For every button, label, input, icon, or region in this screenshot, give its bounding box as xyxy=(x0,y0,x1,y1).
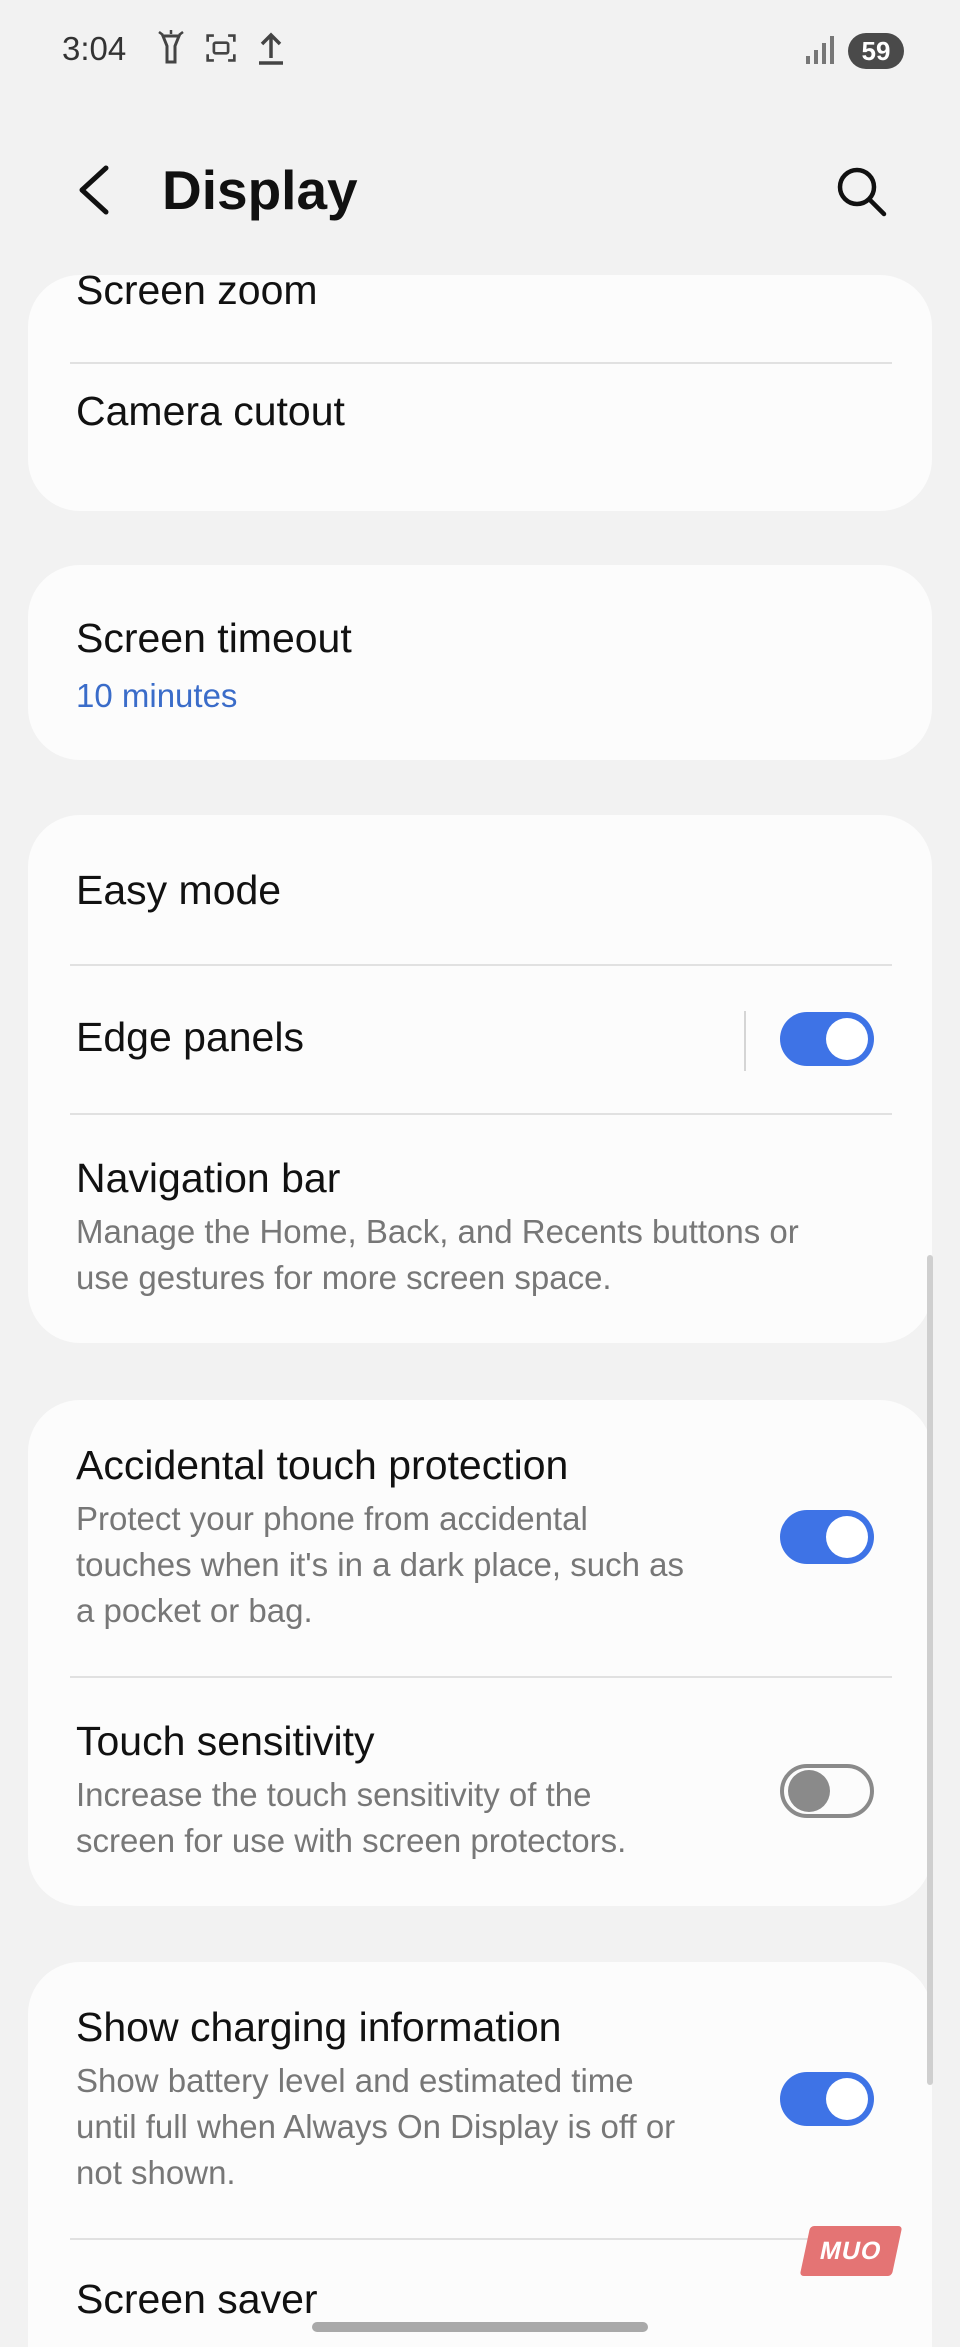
description-line: screen for use with screen protectors. xyxy=(76,1822,627,1859)
settings-group-1: Screen zoom Camera cutout xyxy=(28,275,932,511)
watermark-logo: MUO xyxy=(799,2226,903,2276)
signal-icon xyxy=(806,36,834,64)
page-title: Display xyxy=(162,159,358,221)
settings-group-5: Show charging information Show battery l… xyxy=(28,1962,932,2347)
edge-panels-row[interactable]: Edge panels xyxy=(28,966,932,1114)
search-icon xyxy=(837,167,887,217)
toggle-knob xyxy=(826,1018,868,1060)
easy-mode-row[interactable]: Easy mode xyxy=(28,815,932,965)
description-line: a pocket or bag. xyxy=(76,1592,313,1629)
easy-mode-label: Easy mode xyxy=(76,867,282,913)
search-button[interactable] xyxy=(834,164,890,220)
show-charging-description: Show battery level and estimated time un… xyxy=(76,2058,675,2196)
flashlight-icon xyxy=(158,30,184,64)
scrollbar[interactable] xyxy=(927,1255,933,2085)
toggle-knob xyxy=(788,1770,830,1812)
settings-group-3: Easy mode Edge panels Navigation bar Man… xyxy=(28,815,932,1343)
touch-sensitivity-description: Increase the touch sensitivity of the sc… xyxy=(76,1772,626,1864)
camera-cutout-row[interactable]: Camera cutout xyxy=(28,364,932,511)
screenshot-icon xyxy=(206,34,236,62)
home-indicator[interactable] xyxy=(312,2322,648,2332)
touch-sensitivity-label: Touch sensitivity xyxy=(76,1718,375,1764)
screen-timeout-row[interactable]: Screen timeout 10 minutes xyxy=(28,565,932,760)
status-icons xyxy=(155,30,287,66)
navigation-bar-description: Manage the Home, Back, and Recents butto… xyxy=(76,1209,799,1301)
chevron-left-icon xyxy=(79,165,109,215)
touch-sensitivity-toggle[interactable] xyxy=(780,1764,874,1818)
toggle-knob xyxy=(826,1516,868,1558)
description-line: use gestures for more screen space. xyxy=(76,1259,612,1296)
description-line: touches when it's in a dark place, such … xyxy=(76,1546,684,1583)
navigation-bar-label: Navigation bar xyxy=(76,1155,341,1201)
edge-panels-label: Edge panels xyxy=(76,1014,304,1060)
screen-timeout-label: Screen timeout xyxy=(76,615,352,661)
toggle-separator xyxy=(744,1011,746,1071)
edge-panels-toggle[interactable] xyxy=(780,1012,874,1066)
accidental-touch-description: Protect your phone from accidental touch… xyxy=(76,1496,684,1634)
accidental-touch-label: Accidental touch protection xyxy=(76,1442,569,1488)
settings-group-4: Accidental touch protection Protect your… xyxy=(28,1400,932,1906)
accidental-touch-toggle[interactable] xyxy=(780,1510,874,1564)
accidental-touch-row[interactable]: Accidental touch protection Protect your… xyxy=(28,1400,932,1676)
screen-timeout-value: 10 minutes xyxy=(76,677,238,714)
toggle-knob xyxy=(826,2078,868,2120)
navigation-bar-row[interactable]: Navigation bar Manage the Home, Back, an… xyxy=(28,1115,932,1343)
camera-cutout-label: Camera cutout xyxy=(76,388,345,434)
description-line: Show battery level and estimated time xyxy=(76,2062,634,2099)
show-charging-label: Show charging information xyxy=(76,2004,562,2050)
description-line: Manage the Home, Back, and Recents butto… xyxy=(76,1213,799,1250)
touch-sensitivity-row[interactable]: Touch sensitivity Increase the touch sen… xyxy=(28,1678,932,1906)
description-line: until full when Always On Display is off… xyxy=(76,2108,676,2145)
battery-level: 59 xyxy=(848,33,904,69)
back-button[interactable] xyxy=(70,160,120,220)
status-time: 3:04 xyxy=(62,30,127,67)
app-header: Display xyxy=(0,140,960,250)
description-line: Increase the touch sensitivity of the xyxy=(76,1776,592,1813)
description-line: Protect your phone from accidental xyxy=(76,1500,588,1537)
description-line: not shown. xyxy=(76,2154,236,2191)
upload-icon xyxy=(259,32,283,65)
screen-saver-label: Screen saver xyxy=(76,2276,318,2322)
screen-zoom-row[interactable]: Screen zoom xyxy=(28,275,932,362)
screen-zoom-label: Screen zoom xyxy=(76,275,318,313)
status-bar: 3:04 59 xyxy=(0,0,960,100)
settings-group-2: Screen timeout 10 minutes xyxy=(28,565,932,760)
show-charging-row[interactable]: Show charging information Show battery l… xyxy=(28,1962,932,2238)
show-charging-toggle[interactable] xyxy=(780,2072,874,2126)
